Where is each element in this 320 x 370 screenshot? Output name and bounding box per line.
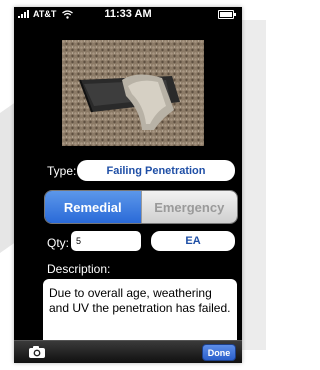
segment-emergency[interactable]: Emergency xyxy=(140,191,237,223)
segment-remedial[interactable]: Remedial xyxy=(45,191,141,223)
qty-input[interactable]: 5 xyxy=(71,231,141,251)
type-label: Type: xyxy=(47,164,77,178)
phone-screen: AT&T 11:33 AM Type: Failing Penetration … xyxy=(14,7,242,363)
description-label: Description: xyxy=(47,262,111,276)
status-bar: AT&T 11:33 AM xyxy=(14,7,242,23)
priority-segmented-control: Remedial Emergency xyxy=(44,190,238,224)
photo-image xyxy=(62,40,204,146)
type-field[interactable]: Failing Penetration xyxy=(77,160,235,181)
bottom-toolbar: Done xyxy=(14,340,242,363)
description-textarea[interactable]: Due to overall age, weathering and UV th… xyxy=(43,279,237,349)
status-time: 11:33 AM xyxy=(104,8,152,20)
unit-field[interactable]: EA xyxy=(151,231,235,251)
battery-icon xyxy=(218,10,236,19)
inspection-photo[interactable] xyxy=(62,40,204,146)
qty-label: Qty: xyxy=(47,236,70,250)
camera-icon[interactable] xyxy=(28,345,46,359)
done-button[interactable]: Done xyxy=(202,344,236,361)
